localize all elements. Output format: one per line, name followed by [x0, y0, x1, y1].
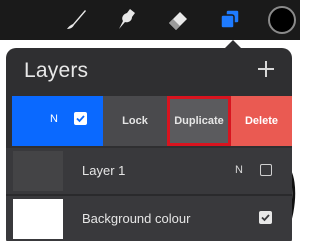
background-layer-row[interactable]: Background colour: [6, 196, 292, 241]
layer-row[interactable]: Layer 1 N: [6, 148, 292, 194]
checkmark-icon: [76, 115, 85, 123]
layer-action-row: N Lock Duplicate Delete: [6, 96, 292, 146]
blend-mode-label[interactable]: N: [50, 113, 58, 125]
layer-thumbnail: [13, 151, 63, 191]
brush-icon[interactable]: [60, 4, 92, 34]
eraser-icon[interactable]: [162, 4, 194, 34]
checkmark-icon: [261, 214, 270, 222]
smudge-icon[interactable]: [110, 4, 142, 34]
top-toolbar: [0, 0, 300, 40]
plus-icon[interactable]: [254, 57, 278, 81]
visibility-checkbox[interactable]: [259, 211, 272, 224]
layer-name: Background colour: [82, 211, 191, 226]
active-layer-row[interactable]: N: [12, 96, 103, 146]
layers-icon[interactable]: [214, 4, 246, 34]
background-thumbnail: [13, 199, 63, 239]
layer-name: Layer 1: [82, 163, 126, 178]
lock-button[interactable]: Lock: [103, 96, 167, 146]
visibility-checkbox[interactable]: [260, 164, 272, 176]
delete-button[interactable]: Delete: [231, 96, 292, 146]
panel-title: Layers: [24, 59, 89, 82]
blend-mode-label[interactable]: N: [235, 164, 243, 176]
layers-panel: Layers N Lock Duplicate Delete Layer 1 N…: [6, 48, 292, 241]
color-swatch[interactable]: [268, 6, 296, 34]
duplicate-button[interactable]: Duplicate: [167, 96, 231, 146]
visibility-checkbox[interactable]: [74, 112, 87, 125]
